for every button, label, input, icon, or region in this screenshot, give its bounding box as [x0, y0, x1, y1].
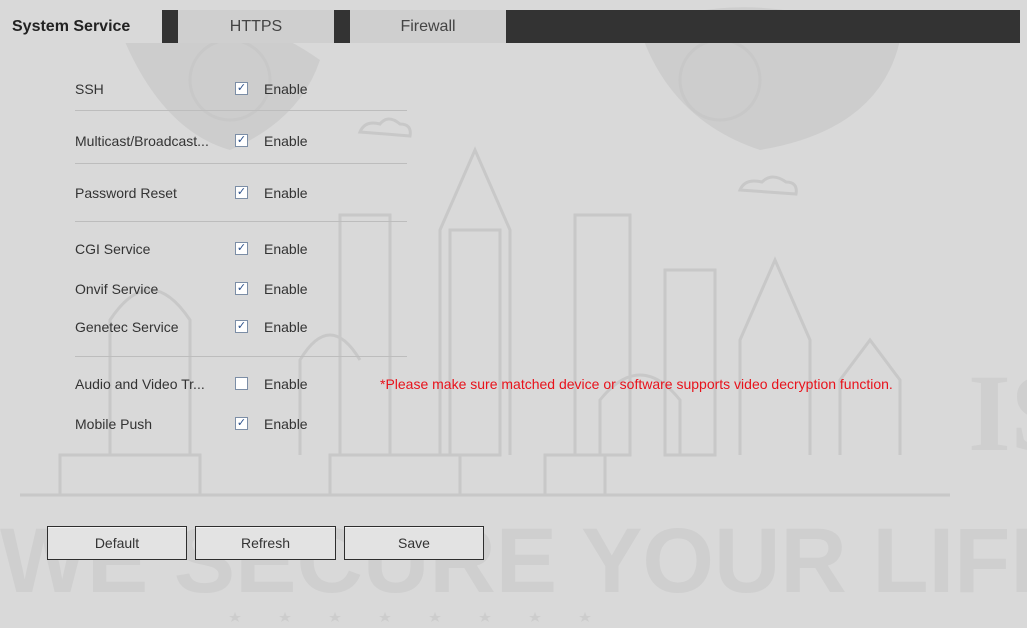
service-label: CGI Service — [75, 241, 151, 257]
mobile-push-enable-checkbox[interactable]: ✓ — [235, 417, 248, 430]
password-reset-enable-checkbox[interactable]: ✓ — [235, 186, 248, 199]
enable-label: Enable — [264, 281, 308, 297]
service-label: Audio and Video Tr... — [75, 376, 205, 392]
enable-label: Enable — [264, 133, 308, 149]
tab-firewall[interactable]: Firewall — [350, 10, 506, 43]
service-label: Onvif Service — [75, 281, 159, 297]
ssh-enable-checkbox[interactable]: ✓ — [235, 82, 248, 95]
tab-system-service[interactable]: System Service — [8, 10, 170, 43]
service-label: Multicast/Broadcast... — [75, 133, 209, 149]
enable-label: Enable — [264, 81, 308, 97]
audio-video-enable-checkbox[interactable] — [235, 377, 248, 390]
divider — [75, 356, 407, 357]
enable-label: Enable — [264, 416, 308, 432]
divider — [75, 163, 407, 164]
divider — [75, 221, 407, 222]
service-label: SSH — [75, 81, 104, 97]
enable-label: Enable — [264, 185, 308, 201]
default-button[interactable]: Default — [47, 526, 187, 560]
enable-label: Enable — [264, 241, 308, 257]
onvif-enable-checkbox[interactable]: ✓ — [235, 282, 248, 295]
service-label: Mobile Push — [75, 416, 153, 432]
system-service-page: System Service HTTPS Firewall SSH ✓ Enab… — [0, 0, 1027, 628]
divider — [75, 110, 407, 111]
service-label: Password Reset — [75, 185, 177, 201]
save-button[interactable]: Save — [344, 526, 484, 560]
enable-label: Enable — [264, 376, 308, 392]
genetec-enable-checkbox[interactable]: ✓ — [235, 320, 248, 333]
refresh-button[interactable]: Refresh — [195, 526, 336, 560]
enable-label: Enable — [264, 319, 308, 335]
tab-https[interactable]: HTTPS — [178, 10, 342, 43]
service-label: Genetec Service — [75, 319, 179, 335]
cgi-enable-checkbox[interactable]: ✓ — [235, 242, 248, 255]
tab-bar: System Service HTTPS Firewall — [8, 10, 1020, 43]
multicast-enable-checkbox[interactable]: ✓ — [235, 134, 248, 147]
decryption-warning-text: *Please make sure matched device or soft… — [380, 376, 893, 392]
